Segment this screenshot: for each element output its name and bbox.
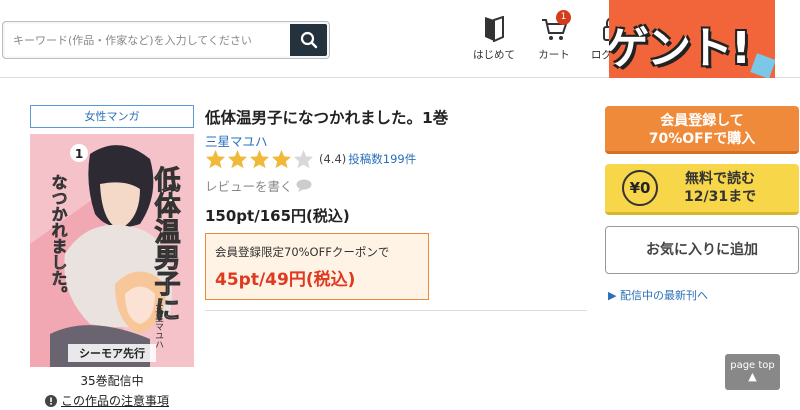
write-review-label: レビューを書く (205, 179, 293, 194)
rating-score: (4.4) (319, 152, 347, 166)
review-count-link[interactable]: 投稿数199件 (348, 151, 416, 167)
add-favorite-button[interactable]: お気に入りに追加 (605, 226, 799, 274)
cover-art: 1 低体温男子に なつかれました。 三星マユハ シーモア先行 (30, 134, 194, 367)
coupon-price: 45pt/49円(税込) (215, 270, 356, 290)
read-free-button[interactable]: ¥0 無料で読む 12/31まで (605, 164, 799, 215)
register-line2: 70%OFFで購入 (648, 131, 756, 147)
search-box (2, 21, 330, 59)
coupon-box: 会員登録限定70%OFFクーポンで 45pt/49円(税込) (205, 233, 429, 300)
cover-volume-number: 1 (75, 147, 83, 161)
star-empty-icon (293, 149, 314, 169)
banner-decoration (750, 53, 775, 78)
genre-tag[interactable]: 女性マンガ (30, 105, 194, 128)
author-link[interactable]: 三星マユハ (205, 131, 268, 150)
nav-label: カート (538, 49, 570, 61)
page-top-button[interactable]: page top ▲ (725, 354, 780, 390)
divider (205, 310, 587, 311)
rating: (4.4) 投稿数199件 (205, 149, 416, 169)
search-button[interactable] (290, 24, 327, 56)
search-input[interactable] (5, 24, 291, 56)
site-header: はじめて 1 カート ログイン ゲント! (0, 0, 800, 78)
promo-banner[interactable]: ゲント! (609, 0, 775, 78)
banner-text: ゲント! (609, 23, 751, 74)
speech-bubble-icon (296, 179, 312, 192)
book-price: 150pt/165円(税込) (205, 207, 350, 225)
book-icon (485, 16, 504, 42)
arrow-up-icon: ▲ (748, 370, 757, 383)
info-icon (45, 394, 57, 407)
cart-count-badge: 1 (556, 10, 571, 25)
cover-label: シーモア先行 (79, 346, 145, 360)
nav-hajimete[interactable]: はじめて (464, 12, 524, 62)
book-cover[interactable]: 1 低体温男子に なつかれました。 三星マユハ シーモア先行 (30, 134, 194, 367)
nav-label: はじめて (473, 49, 515, 61)
star-icon (227, 149, 248, 169)
yen-coin-icon: ¥0 (622, 170, 658, 206)
coupon-label: 会員登録限定70%OFFクーポンで (215, 245, 390, 259)
register-line1: 会員登録して (660, 113, 744, 129)
latest-volume-link[interactable]: ▶ 配信中の最新刊へ (608, 287, 708, 303)
star-icon (249, 149, 270, 169)
rating-stars (205, 149, 314, 169)
cover-author: 三星マユハ (153, 304, 164, 349)
nav-cart[interactable]: 1 カート (524, 10, 584, 62)
star-icon (205, 149, 226, 169)
register-purchase-button[interactable]: 会員登録して 70%OFFで購入 (605, 106, 799, 154)
star-icon (271, 149, 292, 169)
volume-count: 35巻配信中 (80, 374, 144, 388)
cover-title: 低体温男子に (150, 166, 181, 322)
search-icon (300, 31, 317, 49)
notice-label: この作品の注意事項 (61, 394, 170, 408)
write-review-link[interactable]: レビューを書く (205, 176, 312, 195)
book-title: 低体温男子になつかれました。1巻 (205, 109, 449, 127)
free-line2: 12/31まで (684, 189, 757, 205)
content-notice-link[interactable]: この作品の注意事項 (45, 392, 169, 409)
cover-subtitle: なつかれました。 (49, 174, 68, 302)
free-line1: 無料で読む (685, 171, 756, 187)
